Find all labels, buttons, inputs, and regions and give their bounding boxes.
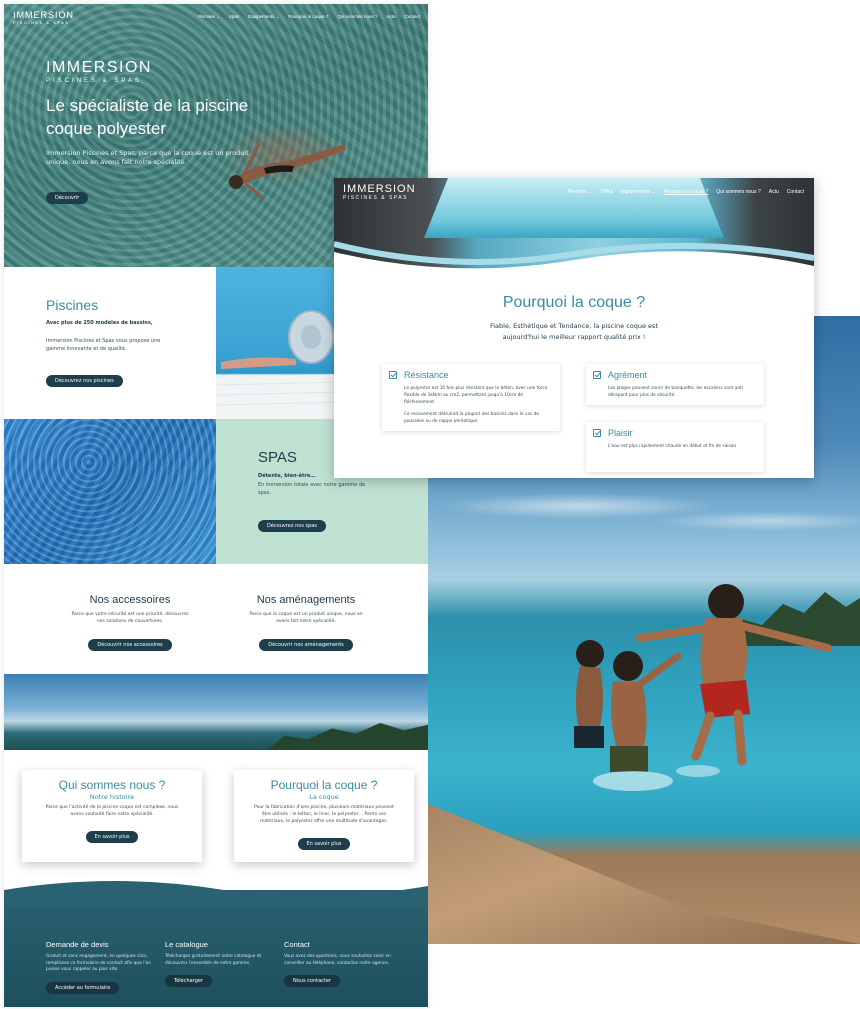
coque-nav-item-pourquoi[interactable]: Pourquoi la coque ?	[664, 189, 708, 195]
kids-figures	[574, 584, 832, 791]
nav-menu: Piscines ⌄ Spas Equipements ⌄ Pourquoi l…	[198, 14, 420, 20]
coque-logo-tagline: PISCINES & SPAS	[343, 195, 408, 201]
nav-item-piscines[interactable]: Piscines ⌄	[198, 14, 220, 20]
amenagements-button[interactable]: Découvrir nos aménagements	[259, 639, 353, 651]
piscines-title: Piscines	[46, 297, 99, 313]
footer-catalogue: Le catalogue Téléchargez gratuitement no…	[165, 940, 275, 987]
footer-wave	[4, 881, 428, 906]
footer-contact-title: Contact	[284, 940, 310, 949]
pourquoi-text: Pour la fabrication d'une piscine, plusi…	[254, 805, 394, 824]
hero-logo-tagline: PISCINES & SPAS	[46, 78, 142, 84]
hero-logo: IMMERSION PISCINES & SPAS	[46, 59, 152, 85]
hero-logo-brand: IMMERSION	[46, 59, 152, 76]
piscines-button[interactable]: Découvrez nos piscines	[46, 375, 123, 387]
sky-banner-image	[4, 674, 428, 750]
form-button[interactable]: Accéder au formulaire	[46, 981, 120, 994]
amenagements-title: Nos aménagements	[256, 594, 356, 606]
nav-item-spas[interactable]: Spas	[229, 14, 239, 20]
feature-agrement-text: Les plages peuvent servir de banquette, …	[608, 386, 743, 398]
accessoires-column: Nos accessoires Parce que votre sécurité…	[40, 594, 220, 651]
piscines-text: Immersion Piscines et Spas vous propose …	[46, 338, 161, 352]
footer-catalogue-title: Le catalogue	[165, 940, 208, 949]
footer: Demande de devis Gratuit et sans engagem…	[4, 881, 428, 1007]
coque-nav-item-spas[interactable]: SPAS	[600, 189, 613, 195]
accessoires-button[interactable]: Découvrir nos accessoires	[88, 639, 172, 651]
coque-nav-item-equipements[interactable]: Equipements ⌄	[621, 189, 656, 195]
spas-title: SPAS	[258, 449, 297, 466]
accessoires-title: Nos accessoires	[89, 594, 171, 606]
coque-site-logo[interactable]: IMMERSION PISCINES & SPAS	[343, 184, 416, 201]
coque-nav-item-contact[interactable]: Contact	[787, 189, 804, 195]
top-navigation: IMMERSION PISCINES & SPAS Piscines ⌄ Spa…	[13, 11, 420, 29]
download-button[interactable]: Télécharger	[165, 975, 213, 987]
logo-brand: IMMERSION	[13, 10, 75, 20]
feature-plaisir: Plaisir L'eau est plus rapidement chaude…	[586, 422, 764, 472]
footer-contact-text: Vous avez des questions, nous souhaitez …	[284, 954, 391, 966]
qui-button[interactable]: En savoir plus	[85, 831, 139, 843]
pourquoi-subtitle: La coque	[309, 793, 339, 801]
pourquoi-title: Pourquoi la coque ?	[270, 778, 378, 792]
feature-plaisir-text: L'eau est plus rapidement chaude en débu…	[608, 444, 737, 449]
coque-page-subtitle: Fiable, Esthétique et Tendance, la pisci…	[489, 322, 658, 341]
feature-plaisir-title: Plaisir	[608, 428, 633, 438]
footer-contact: Contact Vous avez des questions, nous so…	[284, 940, 394, 987]
coque-page-mockup: IMMERSION PISCINES & SPAS Piscines ⌄ SPA…	[334, 178, 814, 478]
qui-text: Parce que l'activité de la piscine coque…	[45, 805, 179, 817]
coque-hero-wave	[334, 241, 814, 275]
discover-button[interactable]: Découvrir	[46, 192, 89, 204]
amenagements-column: Nos aménagements Parce que la coque est …	[216, 594, 396, 651]
nav-item-equipements[interactable]: Equipements ⌄	[248, 14, 279, 20]
qui-title: Qui sommes nous ?	[58, 778, 166, 792]
nav-item-qui[interactable]: Qui sommes nous ?	[337, 14, 377, 20]
accessories-section: Nos accessoires Parce que votre sécurité…	[4, 564, 428, 674]
pool-deck	[428, 804, 860, 944]
spas-text: En immersion totale avec notre gamme de …	[258, 482, 366, 496]
footer-catalogue-text: Téléchargez gratuitement notre catalogue…	[165, 954, 262, 966]
feature-agrement-title: Agrément	[608, 370, 648, 380]
pourquoi-button[interactable]: En savoir plus	[297, 838, 351, 850]
water-texture-image	[4, 419, 216, 564]
pourquoi-card: Pourquoi la coque ? La coque Pour la fab…	[234, 770, 414, 862]
home-page-mockup: IMMERSION PISCINES & SPAS Piscines ⌄ Spa…	[4, 4, 428, 1007]
feature-resistance-title: Résistance	[404, 370, 449, 380]
nav-item-pourquoi[interactable]: Pourquoi la coque ?	[288, 14, 328, 20]
footer-devis-text: Gratuit et sans engagement, en quelques …	[46, 954, 151, 972]
feature-resistance-text: Le polyester est 10 fois plus résistant …	[404, 386, 548, 405]
coque-navigation: IMMERSION PISCINES & SPAS Piscines ⌄ SPA…	[343, 184, 804, 201]
trees-silhouette	[268, 723, 428, 750]
check-icon	[389, 371, 397, 379]
piscines-subtitle: Avec plus de 250 modèles de bassins,	[46, 320, 153, 326]
spas-subtitle: Détente, bien-être…	[258, 473, 316, 479]
amenagements-text: Parce que la coque est un produit unique…	[249, 612, 363, 624]
site-logo[interactable]: IMMERSION PISCINES & SPAS	[13, 11, 74, 25]
accessoires-text: Parce que votre sécurité est une priorit…	[71, 612, 189, 624]
nav-item-contact[interactable]: Contact	[404, 14, 420, 20]
footer-devis: Demande de devis Gratuit et sans engagem…	[46, 940, 156, 994]
logo-tagline: PISCINES & SPAS	[13, 20, 70, 25]
feature-resistance: Résistance Le polyester est 10 fois plus…	[382, 364, 560, 431]
footer-devis-title: Demande de devis	[46, 940, 109, 949]
qui-subtitle: Notre histoire	[89, 793, 135, 801]
spas-button[interactable]: Découvrez nos spas	[258, 520, 326, 532]
coque-nav-item-piscines[interactable]: Piscines ⌄	[568, 189, 592, 195]
clouds	[428, 466, 860, 546]
feature-resistance-text-2: Ce mouvement détruirait la plupart des b…	[404, 412, 539, 424]
check-icon	[593, 429, 601, 437]
feature-agrement: Agrément Les plages peuvent servir de ba…	[586, 364, 764, 405]
coque-nav-menu: Piscines ⌄ SPAS Equipements ⌄ Pourquoi l…	[568, 189, 804, 195]
coque-nav-item-actu[interactable]: Actu	[769, 189, 779, 195]
hero-text: Immersion Piscines et Spas, parce que la…	[46, 149, 249, 166]
check-icon	[593, 371, 601, 379]
nav-item-actu[interactable]: Actu	[386, 14, 395, 20]
qui-card: Qui sommes nous ? Notre histoire Parce q…	[22, 770, 202, 862]
coque-page-title: Pourquoi la coque ?	[502, 294, 646, 311]
coque-nav-item-qui[interactable]: Qui sommes nous ?	[716, 189, 760, 195]
coque-logo-brand: IMMERSION	[343, 183, 416, 195]
contact-button[interactable]: Nous contacter	[284, 975, 341, 987]
